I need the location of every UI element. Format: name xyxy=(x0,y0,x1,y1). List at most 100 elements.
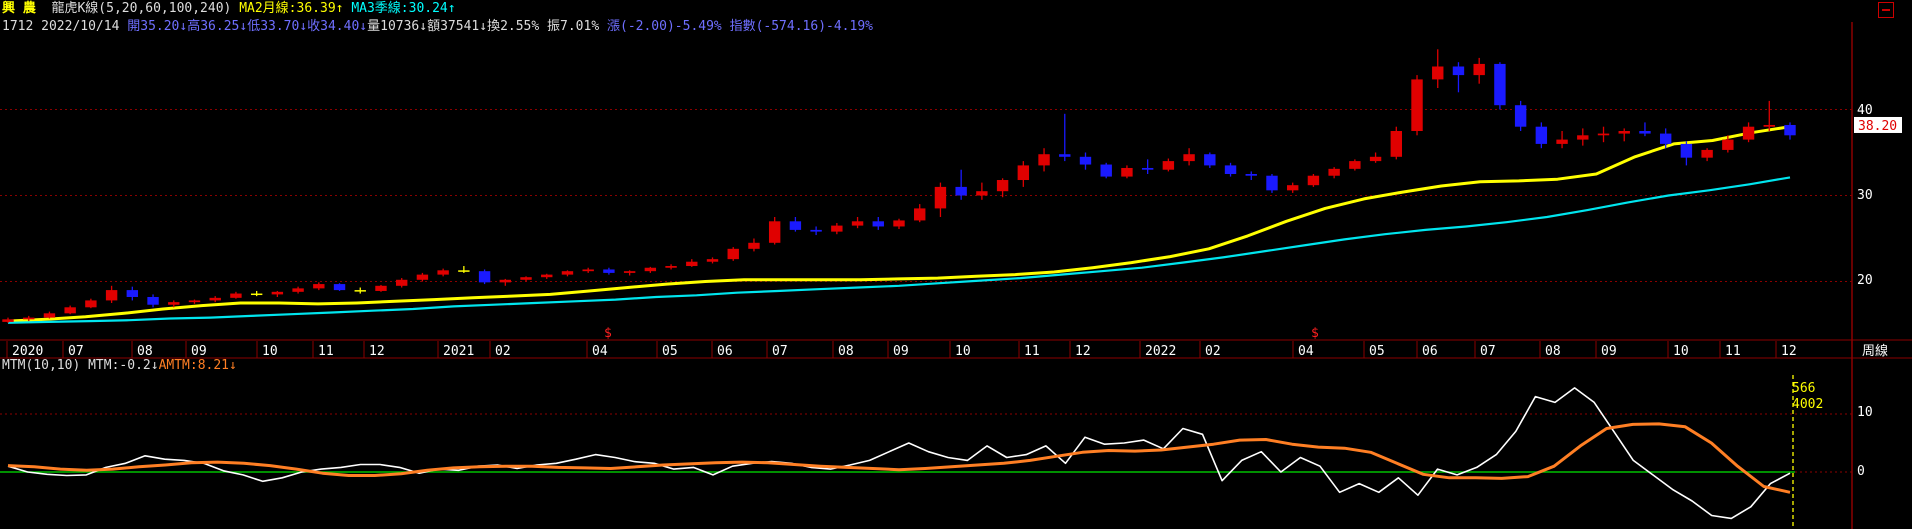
mtm-axis: 10 0 xyxy=(1857,405,1873,479)
candle-body xyxy=(168,302,180,305)
cursor: 566 4002 xyxy=(1792,375,1823,529)
candle-body xyxy=(271,291,284,295)
candle-body xyxy=(520,277,532,280)
candle-body xyxy=(1390,131,1403,157)
cursor-value-2: 4002 xyxy=(1792,397,1823,412)
cursor-value-1: 566 xyxy=(1792,381,1815,396)
candle-body xyxy=(1597,133,1610,136)
candle-body xyxy=(1245,174,1257,176)
time-tick: 09 xyxy=(191,344,207,359)
candle-body xyxy=(395,279,408,286)
candle-body xyxy=(1659,133,1672,144)
time-tick: 10 xyxy=(1673,344,1689,359)
candle-body xyxy=(872,221,884,227)
candle-body xyxy=(1701,149,1713,158)
dividend-marker: $ xyxy=(604,326,612,341)
candle-body xyxy=(1162,161,1175,170)
time-tick: 04 xyxy=(1298,344,1314,359)
candle-body xyxy=(1411,79,1423,131)
price-tick-30: 30 xyxy=(1857,188,1873,203)
time-tick: 08 xyxy=(1545,344,1561,359)
candle-body xyxy=(996,180,1009,192)
candle-body xyxy=(665,266,677,268)
candle-body xyxy=(1784,124,1796,136)
price-grid xyxy=(0,109,1852,282)
candle-body xyxy=(1452,66,1465,76)
candle-body xyxy=(313,284,325,289)
candle-body xyxy=(955,186,967,196)
candle-body xyxy=(105,290,118,301)
candle-body xyxy=(582,269,594,272)
candle-body xyxy=(1121,167,1133,177)
candle-body xyxy=(1286,185,1299,191)
candle-body xyxy=(1742,126,1755,140)
candle-body xyxy=(603,269,615,273)
candle-body xyxy=(1680,143,1693,158)
current-price-label: 38.20 xyxy=(1858,119,1897,134)
candle-body xyxy=(1349,161,1361,169)
candle-body xyxy=(1307,175,1320,186)
candle-body xyxy=(706,259,719,262)
candle-body xyxy=(1494,63,1506,106)
time-tick: 12 xyxy=(369,344,385,359)
candle-body xyxy=(1473,63,1485,76)
candle-body xyxy=(851,221,864,226)
candle-body xyxy=(1432,66,1444,80)
candle-body xyxy=(1017,165,1030,181)
candle-body xyxy=(644,267,657,272)
candle-body xyxy=(1328,168,1340,176)
mtm-grid xyxy=(0,413,1852,473)
candle-body xyxy=(292,288,304,292)
candle-body xyxy=(250,293,263,296)
candle-body xyxy=(43,313,56,318)
time-tick: 2021 xyxy=(443,344,474,359)
mtm-tick-0: 0 xyxy=(1857,464,1865,479)
price-tick-20: 20 xyxy=(1857,273,1873,288)
candle-body xyxy=(354,290,366,292)
candle-body xyxy=(1618,131,1630,134)
time-tick: 11 xyxy=(1024,344,1040,359)
time-tick: 09 xyxy=(1601,344,1617,359)
candle-body xyxy=(1639,131,1651,134)
chart-frame xyxy=(0,22,1912,529)
candle-body xyxy=(914,208,926,221)
candle-body xyxy=(1722,139,1734,150)
candle-body xyxy=(1100,164,1112,177)
weekly-chart[interactable]: 40 30 20 38.20 2020 07 08 09 10 11 12 2021 02 04 0… xyxy=(0,0,1912,529)
candle-body xyxy=(1556,139,1568,144)
candle-body xyxy=(1535,126,1548,144)
candle-body xyxy=(623,271,636,273)
period-label: 周線 xyxy=(1862,343,1888,359)
time-tick: 07 xyxy=(68,344,84,359)
candle-body xyxy=(1079,156,1092,165)
candle-body xyxy=(541,274,553,278)
candle-body xyxy=(748,242,760,249)
price-axis: 40 30 20 38.20 xyxy=(1854,103,1902,288)
candle-body xyxy=(1183,154,1195,162)
price-tick-40: 40 xyxy=(1857,103,1873,118)
candle-body xyxy=(1369,156,1382,162)
candle-body xyxy=(209,297,221,301)
candle-body xyxy=(976,191,988,196)
candle-body xyxy=(2,319,14,322)
time-tick: 10 xyxy=(955,344,971,359)
time-tick: 10 xyxy=(262,344,278,359)
current-price-box: 38.20 xyxy=(1854,116,1902,134)
candle-body xyxy=(686,261,698,267)
candle-body xyxy=(1266,175,1278,191)
time-tick: 2022 xyxy=(1145,344,1176,359)
mtm-value: MTM:-0.2↓ xyxy=(88,358,159,373)
candle-body xyxy=(126,290,139,297)
time-tick: 07 xyxy=(1480,344,1496,359)
time-tick: 05 xyxy=(662,344,678,359)
candle-body xyxy=(437,270,449,275)
candle-body xyxy=(64,307,76,314)
time-tick: 11 xyxy=(1725,344,1741,359)
candle-body xyxy=(188,300,201,303)
time-tick: 05 xyxy=(1369,344,1385,359)
amtm-line xyxy=(7,422,1791,494)
candle-body xyxy=(789,221,802,230)
candle-body xyxy=(934,186,947,209)
candle-body xyxy=(561,271,574,275)
time-tick: 02 xyxy=(495,344,511,359)
